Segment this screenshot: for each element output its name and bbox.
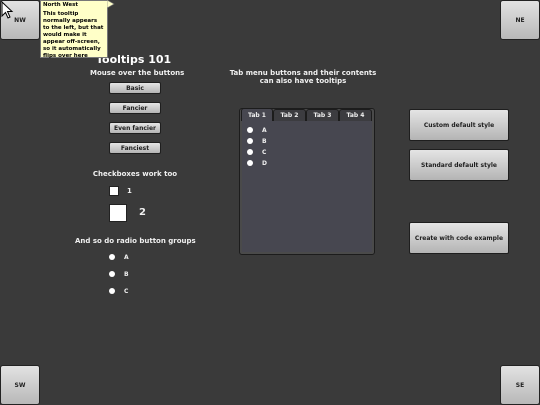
se-corner-button[interactable]: SE: [500, 365, 540, 405]
radio-a-label: A: [124, 254, 129, 261]
checkbox-section-label: Checkboxes work too: [92, 170, 178, 178]
tab-4-label: Tab 4: [346, 112, 365, 119]
tabs-caption-line-1: Tab menu buttons and their contents: [229, 69, 377, 77]
even-fancier-button-label: Even fancier: [113, 124, 156, 132]
radio-c-label: C: [124, 288, 129, 295]
ne-corner-label: NE: [515, 16, 525, 24]
tab-option-a-label: A: [262, 127, 267, 134]
custom-default-style-button[interactable]: Custom default style: [409, 109, 509, 141]
custom-default-style-label: Custom default style: [423, 121, 495, 129]
tabs-caption-line-2: can also have tooltips: [259, 77, 347, 85]
basic-button-label: Basic: [126, 84, 144, 92]
checkbox-1-label: 1: [127, 187, 132, 195]
tab-4[interactable]: Tab 4: [339, 109, 372, 121]
fancier-button[interactable]: Fancier: [109, 102, 161, 114]
tooltip-title: North West: [43, 2, 79, 8]
sw-corner-label: SW: [14, 381, 26, 389]
radio-a[interactable]: [109, 254, 115, 260]
cursor-icon: [1, 1, 14, 19]
tooltip-popup: North West This tooltip normally appears…: [40, 0, 108, 59]
fancier-button-label: Fancier: [122, 104, 148, 112]
nw-corner-label: NW: [14, 16, 26, 24]
basic-button[interactable]: Basic: [109, 82, 161, 94]
standard-default-style-button[interactable]: Standard default style: [409, 149, 509, 181]
ne-corner-button[interactable]: NE: [500, 0, 540, 40]
mouse-over-label: Mouse over the buttons: [90, 69, 185, 77]
tab-option-a-radio[interactable]: [247, 127, 253, 133]
tab-option-b-radio[interactable]: [247, 138, 253, 144]
tab-3-label: Tab 3: [313, 112, 332, 119]
tab-1-label: Tab 1: [248, 111, 266, 119]
standard-default-style-label: Standard default style: [421, 161, 497, 169]
create-with-code-example-label: Create with code example: [414, 234, 504, 242]
fanciest-button-label: Fanciest: [120, 144, 150, 152]
radio-section-label: And so do radio button groups: [75, 237, 196, 245]
fanciest-button[interactable]: Fanciest: [109, 142, 161, 154]
radio-c[interactable]: [109, 288, 115, 294]
radio-b[interactable]: [109, 271, 115, 277]
tooltip-pointer-icon: [107, 0, 115, 9]
se-corner-label: SE: [515, 381, 525, 389]
tab-option-c-label: C: [262, 149, 267, 156]
even-fancier-button[interactable]: Even fancier: [109, 122, 161, 134]
tab-2[interactable]: Tab 2: [273, 109, 306, 121]
tab-option-c-radio[interactable]: [247, 149, 253, 155]
sw-corner-button[interactable]: SW: [0, 365, 40, 405]
tab-option-d-radio[interactable]: [247, 160, 253, 166]
tab-2-label: Tab 2: [280, 112, 299, 119]
tooltip-body: This tooltip normally appears to the lef…: [43, 11, 104, 59]
checkbox-2[interactable]: [109, 204, 127, 222]
tab-option-d-label: D: [262, 160, 267, 167]
tab-option-b-label: B: [262, 138, 267, 145]
create-with-code-example-button[interactable]: Create with code example: [409, 222, 509, 254]
tab-3[interactable]: Tab 3: [306, 109, 339, 121]
checkbox-2-label: 2: [139, 207, 146, 218]
radio-b-label: B: [124, 271, 129, 278]
checkbox-1[interactable]: [109, 186, 119, 196]
tab-1[interactable]: Tab 1: [241, 108, 273, 121]
